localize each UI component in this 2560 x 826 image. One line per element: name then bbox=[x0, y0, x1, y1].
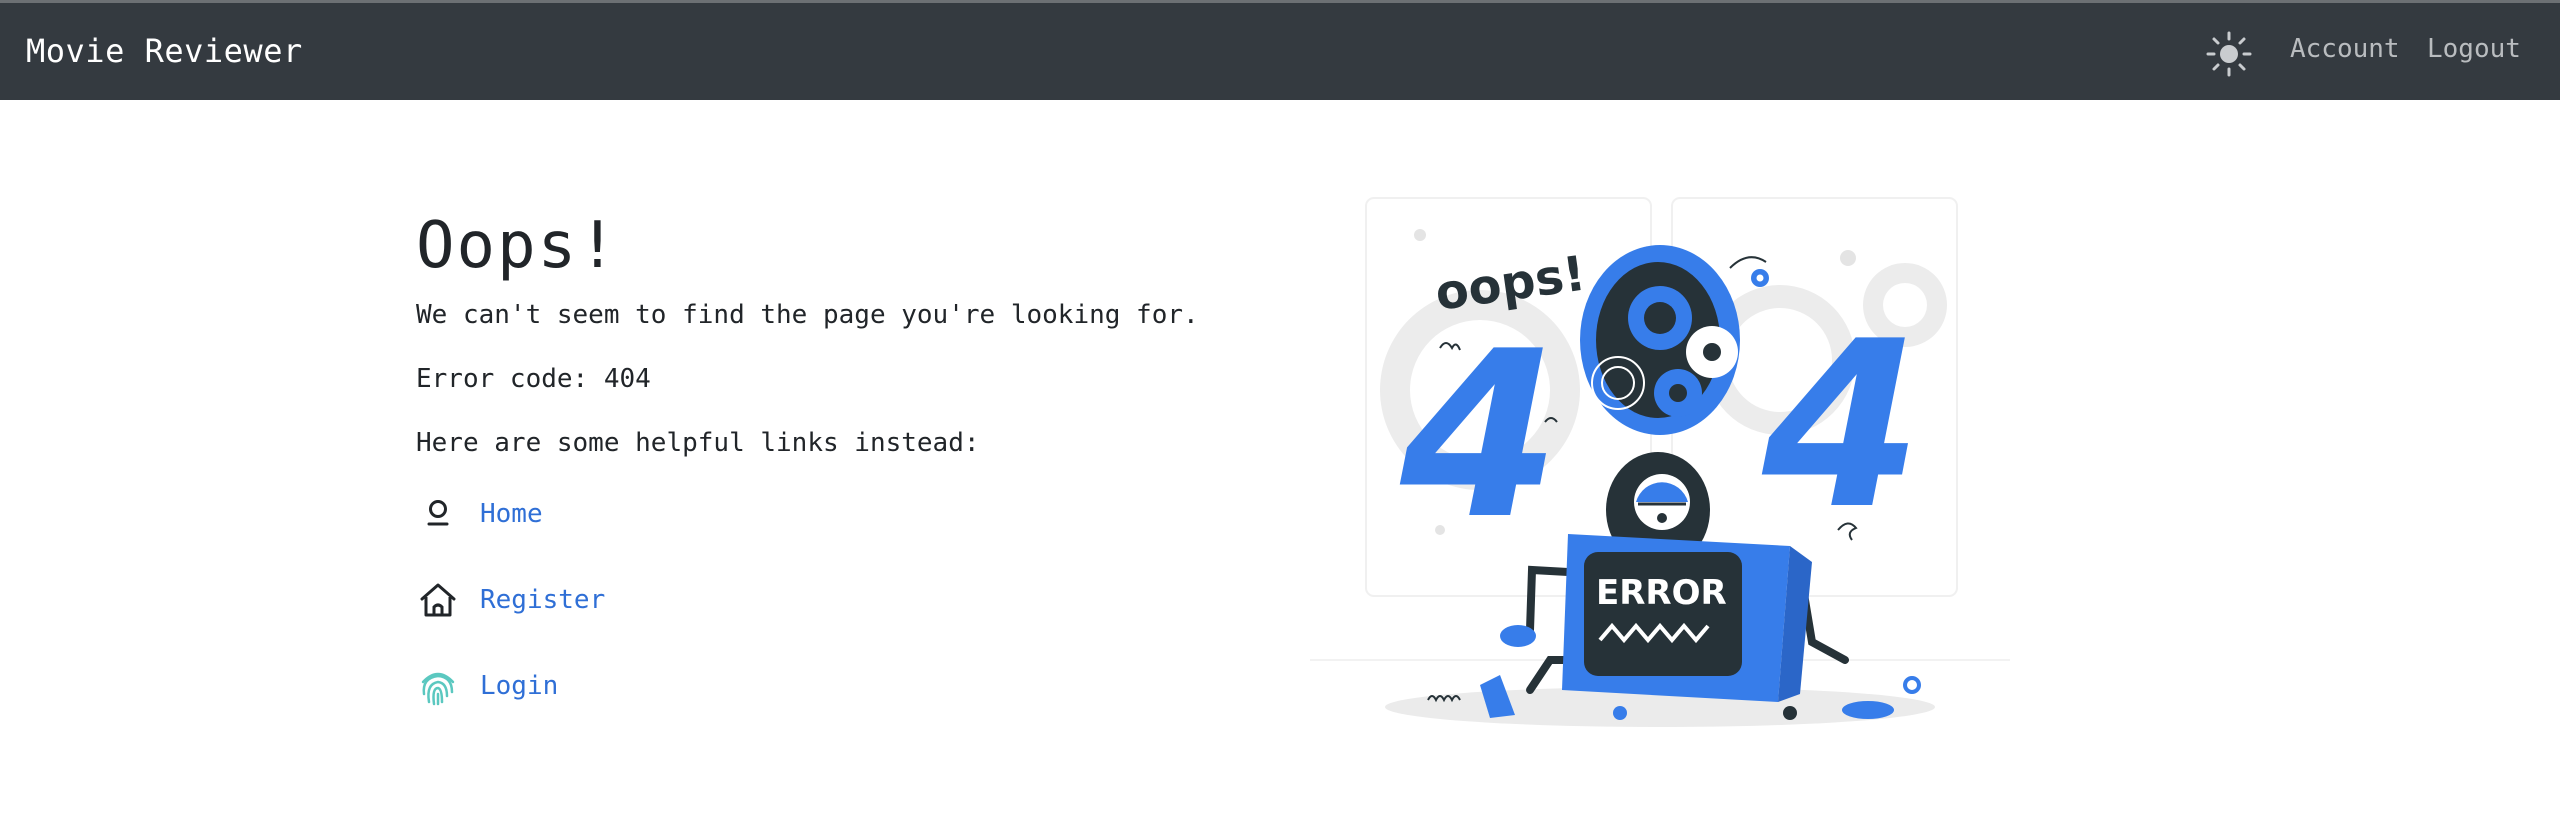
login-link-row: Login bbox=[416, 662, 558, 710]
illustration-digit-left: 4 bbox=[1399, 303, 1560, 570]
fingerprint-icon bbox=[421, 672, 455, 706]
login-link[interactable]: Login bbox=[480, 671, 558, 701]
error-message: We can't seem to find the page you're lo… bbox=[416, 300, 1199, 330]
home-link[interactable]: Home bbox=[480, 499, 543, 529]
register-link[interactable]: Register bbox=[480, 585, 605, 615]
person-pin-icon bbox=[427, 500, 449, 526]
navbar: Movie Reviewer Account Logout bbox=[0, 3, 2560, 100]
logout-link[interactable]: Logout bbox=[2427, 34, 2521, 64]
account-link[interactable]: Account bbox=[2290, 34, 2400, 64]
sun-icon[interactable] bbox=[2205, 30, 2253, 78]
illustration-error-text: ERROR bbox=[1596, 573, 1727, 613]
register-link-row: Register bbox=[416, 576, 605, 624]
error-code: Error code: 404 bbox=[416, 364, 651, 394]
brand-link[interactable]: Movie Reviewer bbox=[26, 32, 303, 70]
error-404-illustration: oops! 4 4 ERROR bbox=[1310, 197, 2010, 727]
links-intro: Here are some helpful links instead: bbox=[416, 428, 980, 458]
page-title: Oops! bbox=[416, 209, 619, 283]
house-icon bbox=[420, 583, 456, 617]
illustration-digit-right: 4 bbox=[1761, 293, 1922, 560]
home-link-row: Home bbox=[416, 490, 543, 538]
